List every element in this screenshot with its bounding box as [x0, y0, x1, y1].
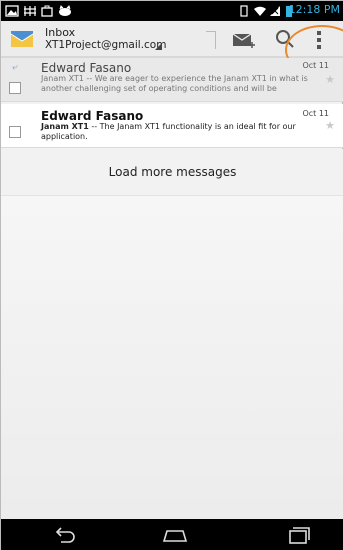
- status-bar: 12:18 PM: [1, 1, 343, 21]
- load-more-button[interactable]: Load more messages: [1, 149, 343, 196]
- reply-icon: ⤶: [12, 62, 18, 73]
- picture-icon: [5, 5, 19, 17]
- message-sender: Edward Fasano: [41, 61, 132, 75]
- back-icon[interactable]: [53, 525, 77, 545]
- home-icon[interactable]: [161, 525, 189, 545]
- status-time: 12:18 PM: [288, 3, 340, 16]
- signal-icon: [270, 6, 280, 16]
- cat-icon: [59, 5, 71, 16]
- wifi-icon: [254, 6, 266, 16]
- empty-list-area: [1, 196, 343, 519]
- phone-screen: 12:18 PM Inbox XT1Project@gmail.com ⤶ Ed…: [0, 0, 343, 550]
- message-checkbox[interactable]: [9, 82, 21, 94]
- message-date: Oct 11: [302, 109, 329, 118]
- message-checkbox[interactable]: [9, 126, 21, 138]
- message-subject: Janam XT1: [41, 122, 89, 131]
- gmail-logo-icon[interactable]: [9, 28, 35, 50]
- compose-icon[interactable]: [231, 27, 257, 51]
- message-sender: Edward Fasano: [41, 109, 144, 123]
- message-snippet: Janam XT1 -- We are eager to experience …: [41, 74, 308, 93]
- folder-title[interactable]: Inbox: [45, 26, 75, 39]
- vibrate-icon: [240, 5, 248, 17]
- message-row[interactable]: Edward Fasano Oct 11 ★ Janam XT1 -- The …: [1, 104, 343, 148]
- message-date: Oct 11: [302, 61, 329, 70]
- message-row[interactable]: ⤶ Edward Fasano Oct 11 ★ Janam XT1 -- We…: [1, 58, 343, 102]
- recents-icon[interactable]: [287, 525, 311, 545]
- account-dropdown-caret[interactable]: [155, 43, 162, 50]
- action-bar: Inbox XT1Project@gmail.com: [1, 21, 343, 75]
- navigation-bar: [1, 519, 343, 550]
- bag-icon: [41, 5, 53, 17]
- account-email[interactable]: XT1Project@gmail.com: [45, 39, 166, 51]
- message-snippet: Janam XT1 -- The Janam XT1 functionality…: [41, 122, 331, 142]
- action-bar-divider: [206, 31, 216, 49]
- grid-icon: [24, 6, 36, 16]
